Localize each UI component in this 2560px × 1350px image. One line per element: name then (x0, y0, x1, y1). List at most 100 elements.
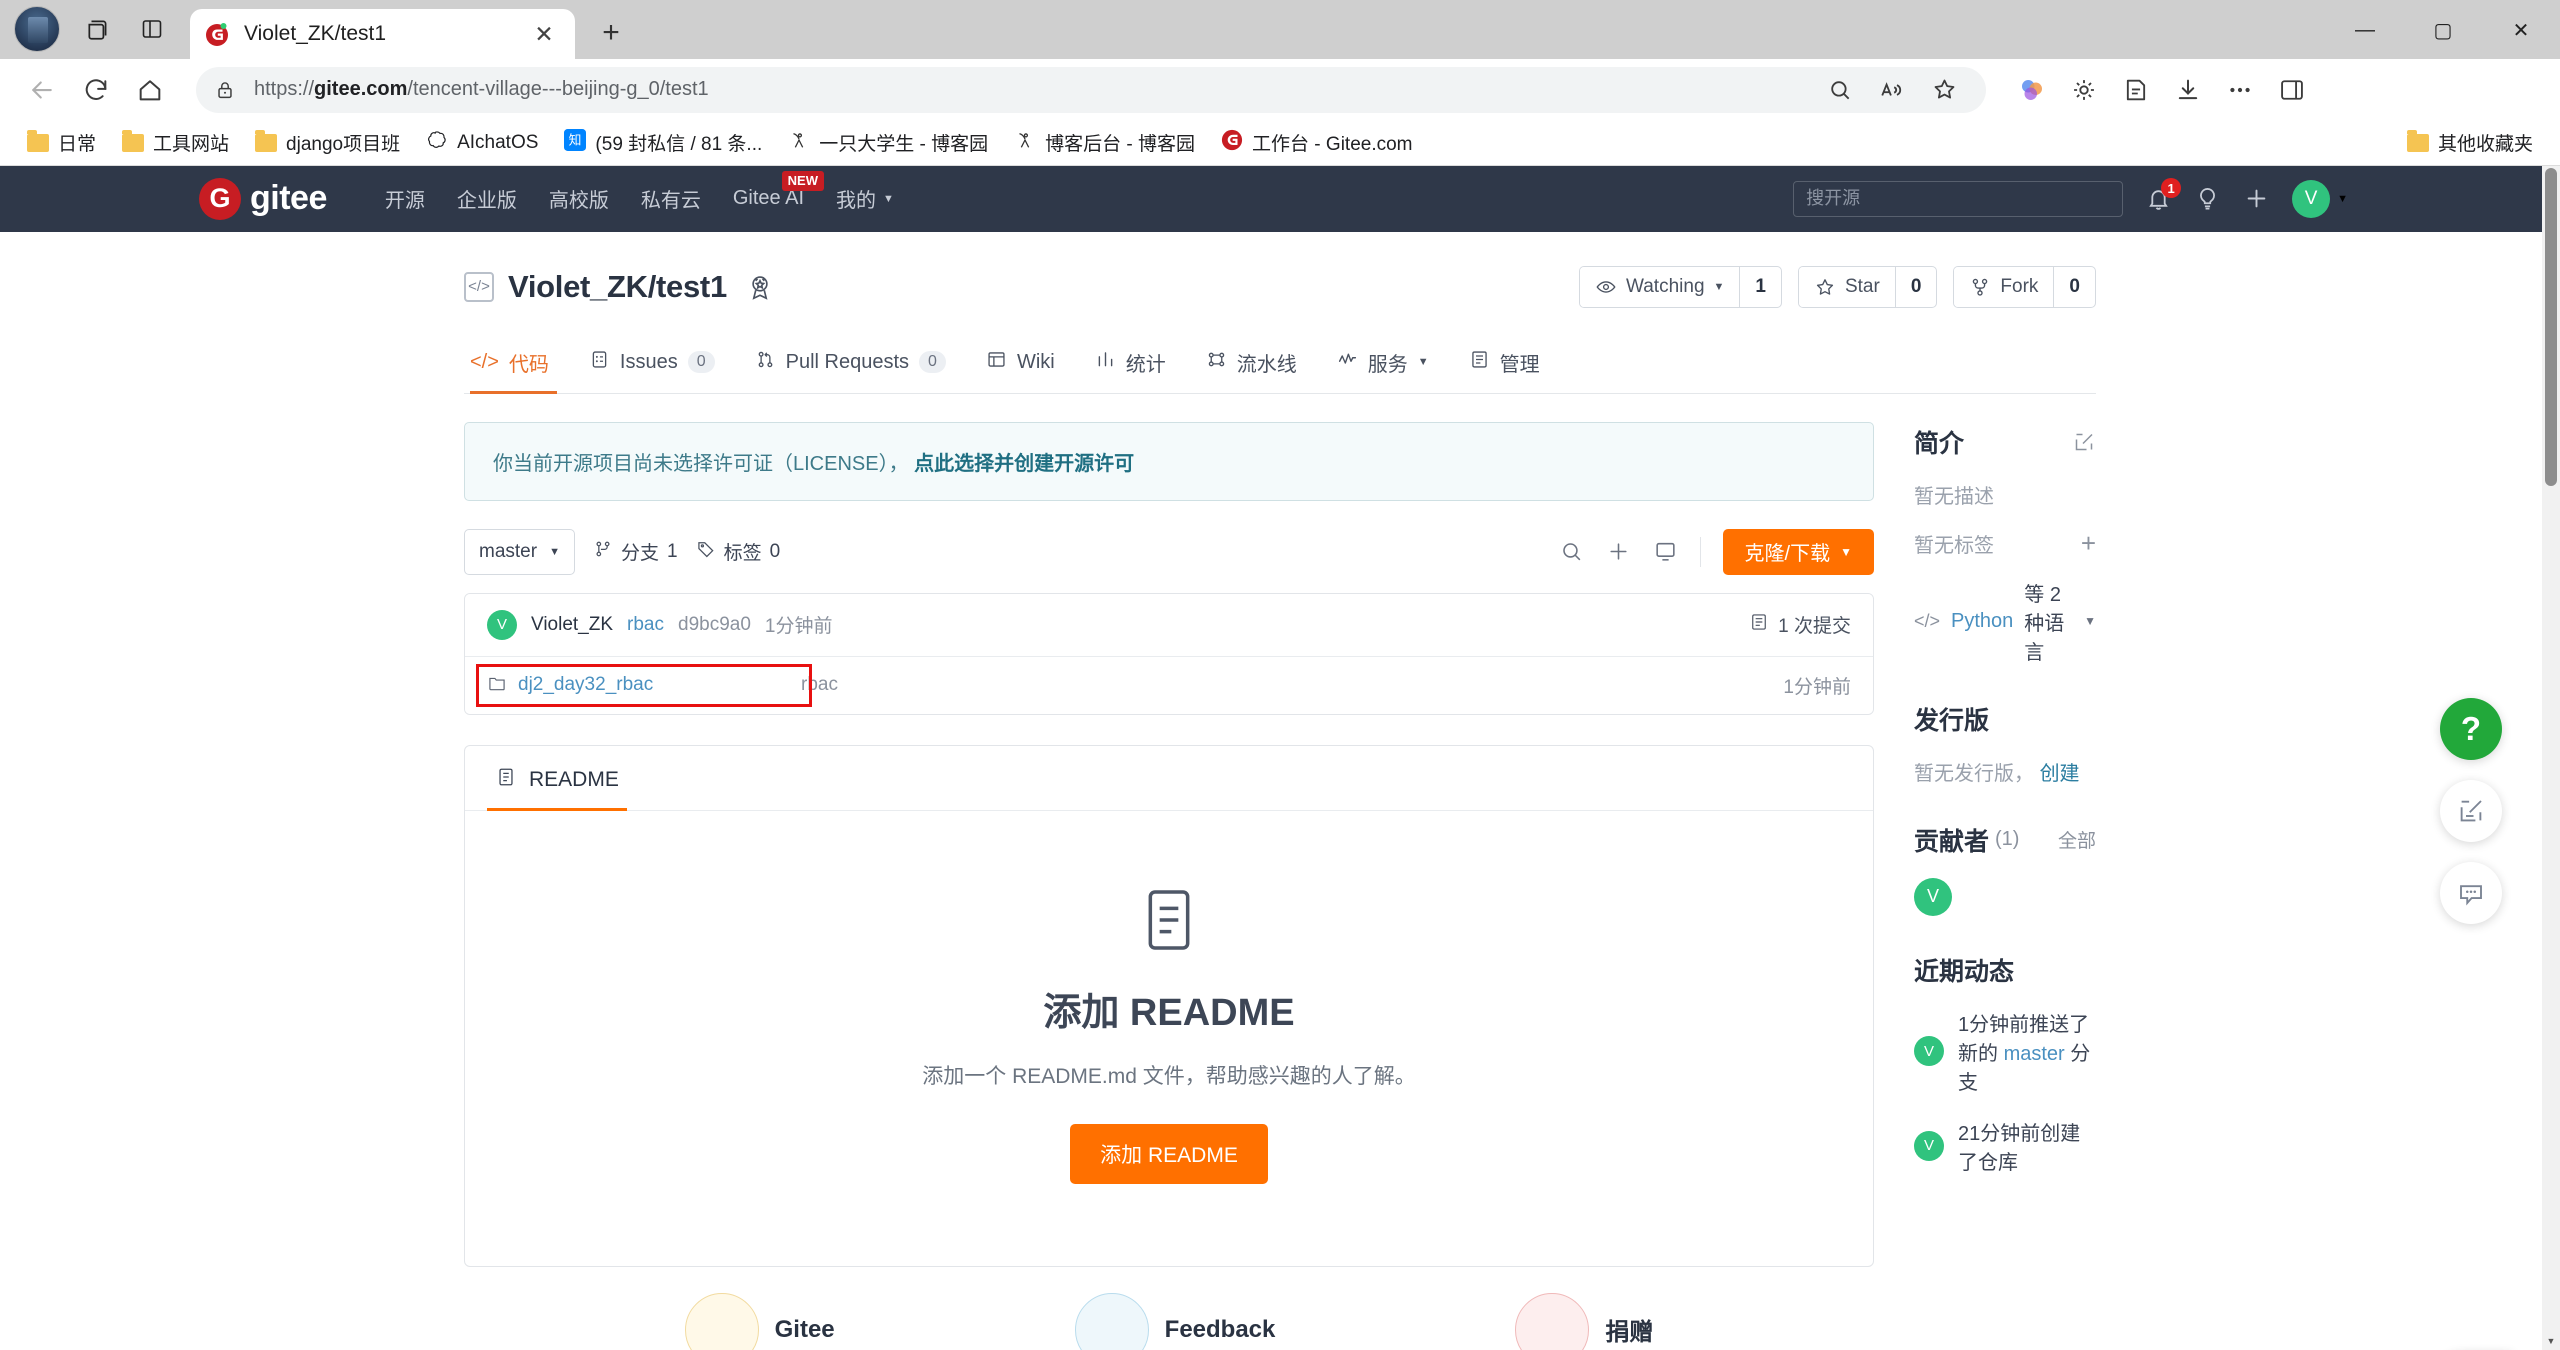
license-notice: 你当前开源项目尚未选择许可证（LICENSE）， 点此选择并创建开源许可 (464, 421, 1874, 501)
avatar[interactable]: V (1914, 1036, 1944, 1067)
lightbulb-icon[interactable] (2194, 185, 2221, 212)
tab-manage[interactable]: 管理 (1449, 334, 1560, 393)
commit-author[interactable]: Violet_ZK (531, 614, 613, 636)
notification-badge: 1 (2161, 178, 2182, 199)
tab-collections-icon[interactable] (76, 7, 120, 51)
activity-branch-link[interactable]: master (2004, 1043, 2065, 1065)
star-button[interactable]: Star (1798, 266, 1895, 307)
tab-statistics[interactable]: 统计 (1075, 334, 1186, 393)
split-screen-icon[interactable] (130, 7, 174, 51)
scroll-down-arrow-icon[interactable]: ▼ (2542, 1332, 2560, 1350)
tab-wiki[interactable]: Wiki (966, 335, 1075, 392)
nav-item-opensource[interactable]: 开源 (369, 184, 441, 213)
page-title[interactable]: Violet_ZK/test1 (508, 269, 727, 305)
nav-item-mine[interactable]: 我的 ▼ (820, 184, 910, 213)
star-count[interactable]: 0 (1894, 266, 1937, 307)
license-create-link[interactable]: 点此选择并创建开源许可 (914, 453, 1134, 475)
bookmark-item[interactable]: 知 (59 封私信 / 81 条... (553, 123, 773, 163)
repo-tags-row: 暂无标签 + (1914, 529, 2096, 558)
footer-item[interactable]: Feedback (1074, 1292, 1275, 1350)
bookmark-item[interactable]: 日常 (16, 123, 107, 162)
favorite-star-icon[interactable] (1920, 66, 1968, 114)
bookmark-item[interactable]: AIchatOS (415, 123, 549, 163)
nav-item-gitee-ai[interactable]: Gitee AI NEW (717, 171, 825, 210)
other-bookmarks-item[interactable]: 其他收藏夹 (2396, 123, 2544, 162)
tab-pipeline[interactable]: 流水线 (1186, 334, 1317, 393)
browser-essentials-icon[interactable] (2060, 66, 2108, 114)
tab-issues[interactable]: Issues 0 (569, 335, 735, 392)
tags-link[interactable]: 标签 0 (696, 538, 780, 565)
bookmark-item[interactable]: 工具网站 (111, 123, 240, 162)
avatar[interactable]: V (1914, 1130, 1944, 1161)
search-input[interactable] (1793, 180, 2124, 217)
home-button[interactable] (126, 66, 174, 114)
watch-count[interactable]: 1 (1739, 266, 1781, 307)
avatar[interactable]: V (487, 609, 517, 640)
browser-profile-avatar[interactable] (14, 6, 60, 53)
tab-code[interactable]: </> 代码 (464, 334, 569, 394)
nav-item-enterprise[interactable]: 企业版 (441, 184, 533, 213)
tab-close-icon[interactable]: ✕ (527, 17, 561, 51)
user-avatar-menu[interactable]: V ▼ (2292, 179, 2348, 218)
commit-count-link[interactable]: 1 次提交 (1749, 611, 1851, 638)
branches-link[interactable]: 分支 1 (593, 538, 678, 565)
tab-pull-requests[interactable]: Pull Requests 0 (735, 335, 966, 392)
web-ide-terminal-icon[interactable] (1653, 539, 1678, 564)
file-search-icon[interactable] (1559, 539, 1584, 564)
table-row[interactable]: dj2_day32_rbac rbac 1分钟前 (465, 656, 1873, 714)
page-search-icon[interactable] (1816, 66, 1864, 114)
file-name[interactable]: dj2_day32_rbac (518, 674, 653, 696)
tab-readme[interactable]: README (487, 746, 627, 811)
award-badge-icon[interactable] (745, 272, 775, 302)
downloads-icon[interactable] (2164, 66, 2212, 114)
address-bar[interactable]: https://gitee.com/tencent-village---beij… (196, 66, 1986, 114)
help-fab-button[interactable]: ? (2440, 697, 2502, 760)
new-tab-button[interactable]: + (589, 11, 633, 55)
collections-icon[interactable] (2112, 66, 2160, 114)
fork-button[interactable]: Fork (1954, 266, 2054, 307)
page-scrollbar[interactable]: ▲ ▼ (2542, 165, 2560, 1350)
reload-button[interactable] (72, 66, 120, 114)
notifications-bell-icon[interactable]: 1 (2145, 178, 2182, 212)
scrollbar-thumb[interactable] (2545, 167, 2557, 486)
bookmark-item[interactable]: django项目班 (244, 123, 411, 162)
bookmark-item[interactable]: 工作台 - Gitee.com (1210, 123, 1423, 163)
tab-count: 0 (919, 351, 946, 374)
edit-description-icon[interactable] (2072, 430, 2096, 454)
extension-colorful-icon[interactable] (2008, 66, 2056, 114)
footer-item[interactable]: Gitee (684, 1292, 835, 1350)
fork-count[interactable]: 0 (2053, 266, 2095, 307)
clone-download-button[interactable]: 克隆/下载 ▼ (1722, 528, 1874, 575)
chat-fab-button[interactable] (2440, 861, 2502, 924)
create-new-plus-icon[interactable] (2243, 185, 2270, 212)
repo-languages[interactable]: </> Python 等 2 种语言 ▼ (1914, 578, 2096, 665)
avatar[interactable]: V (1914, 877, 1952, 916)
window-minimize-button[interactable]: — (2326, 0, 2404, 60)
nav-item-privatecloud[interactable]: 私有云 (625, 184, 717, 213)
footer-item[interactable]: 捐赠 (1515, 1292, 1653, 1350)
window-close-button[interactable]: ✕ (2482, 0, 2560, 60)
add-readme-button[interactable]: 添加 README (1070, 1123, 1268, 1184)
gitee-logo[interactable]: G gitee (199, 177, 327, 220)
window-maximize-button[interactable]: ▢ (2404, 0, 2482, 60)
create-release-link[interactable]: 创建 (2040, 763, 2080, 785)
watch-button[interactable]: Watching ▼ (1580, 266, 1740, 307)
commit-message[interactable]: rbac (627, 614, 664, 636)
back-button[interactable] (18, 66, 66, 114)
nav-item-education[interactable]: 高校版 (533, 184, 625, 213)
commit-sha[interactable]: d9bc9a0 (678, 614, 751, 636)
read-aloud-icon[interactable] (1868, 66, 1916, 114)
branch-selector[interactable]: master ▼ (464, 528, 575, 575)
tab-services[interactable]: 服务 ▼ (1317, 334, 1449, 393)
add-tag-plus-icon[interactable]: + (2081, 530, 2096, 556)
sidebar-toggle-icon[interactable] (2268, 66, 2316, 114)
contributors-all-link[interactable]: 全部 (2058, 826, 2096, 853)
feedback-fab-button[interactable] (2440, 779, 2502, 842)
file-commit-message[interactable]: rbac (801, 674, 1783, 696)
add-file-plus-icon[interactable] (1606, 539, 1631, 564)
file-entry-name-cell[interactable]: dj2_day32_rbac (476, 663, 812, 707)
more-options-icon[interactable] (2216, 66, 2264, 114)
bookmark-item[interactable]: 一只大学生 - 博客园 (777, 123, 999, 163)
bookmark-item[interactable]: 博客后台 - 博客园 (1003, 123, 1206, 163)
browser-tab[interactable]: Violet_ZK/test1 ✕ (190, 9, 575, 60)
